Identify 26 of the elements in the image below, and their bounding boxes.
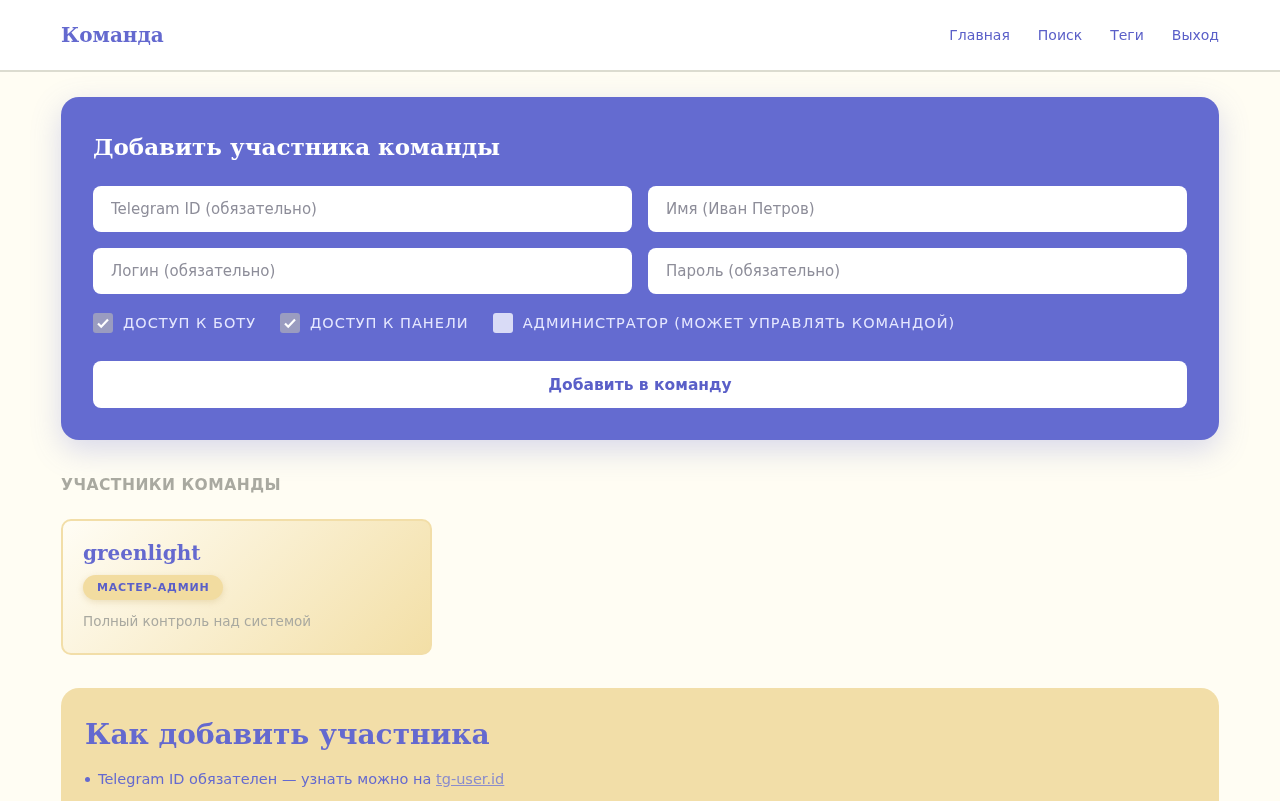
help-title: Как добавить участника: [85, 718, 491, 751]
check-icon: [96, 316, 110, 330]
check-icon: [283, 316, 298, 330]
nav-link[interactable]: Теги: [1110, 27, 1144, 43]
checkbox[interactable]: [93, 313, 113, 333]
logo[interactable]: Команда: [61, 23, 164, 47]
nav-link[interactable]: Выход: [1171, 27, 1219, 43]
input-field[interactable]: Telegram ID (обязательно): [93, 186, 632, 232]
form-title: Добавить участника команды: [93, 133, 502, 160]
add-button[interactable]: Добавить в команду: [93, 361, 1187, 408]
member-description: Полный контроль над системой: [83, 613, 312, 629]
input-field[interactable]: Имя (Иван Петров): [648, 186, 1187, 232]
checkbox-option[interactable]: ДОСТУП К ПАНЕЛИ: [280, 313, 469, 333]
section-title: УЧАСТНИКИ КОМАНДЫ: [61, 476, 282, 494]
checkbox[interactable]: [492, 313, 513, 333]
member-name: greenlight: [83, 541, 201, 565]
nav-link[interactable]: Главная: [949, 27, 1010, 43]
role-badge: МАСТЕР-АДМИН: [83, 575, 224, 600]
nav-link[interactable]: Поиск: [1037, 27, 1083, 43]
input-field[interactable]: Пароль (обязательно): [648, 248, 1187, 294]
help-item: Telegram ID обязателен — узнать можно на tg-user.id: [98, 771, 505, 787]
input-field[interactable]: Логин (обязательно): [93, 248, 632, 294]
checkbox-option[interactable]: АДМИНИСТРАТОР (МОЖЕТ УПРАВЛЯТЬ КОМАНДОЙ): [492, 313, 956, 333]
checkbox[interactable]: [280, 313, 301, 333]
bullet-icon: [85, 776, 90, 782]
checkbox-option[interactable]: ДОСТУП К БОТУ: [93, 313, 257, 333]
